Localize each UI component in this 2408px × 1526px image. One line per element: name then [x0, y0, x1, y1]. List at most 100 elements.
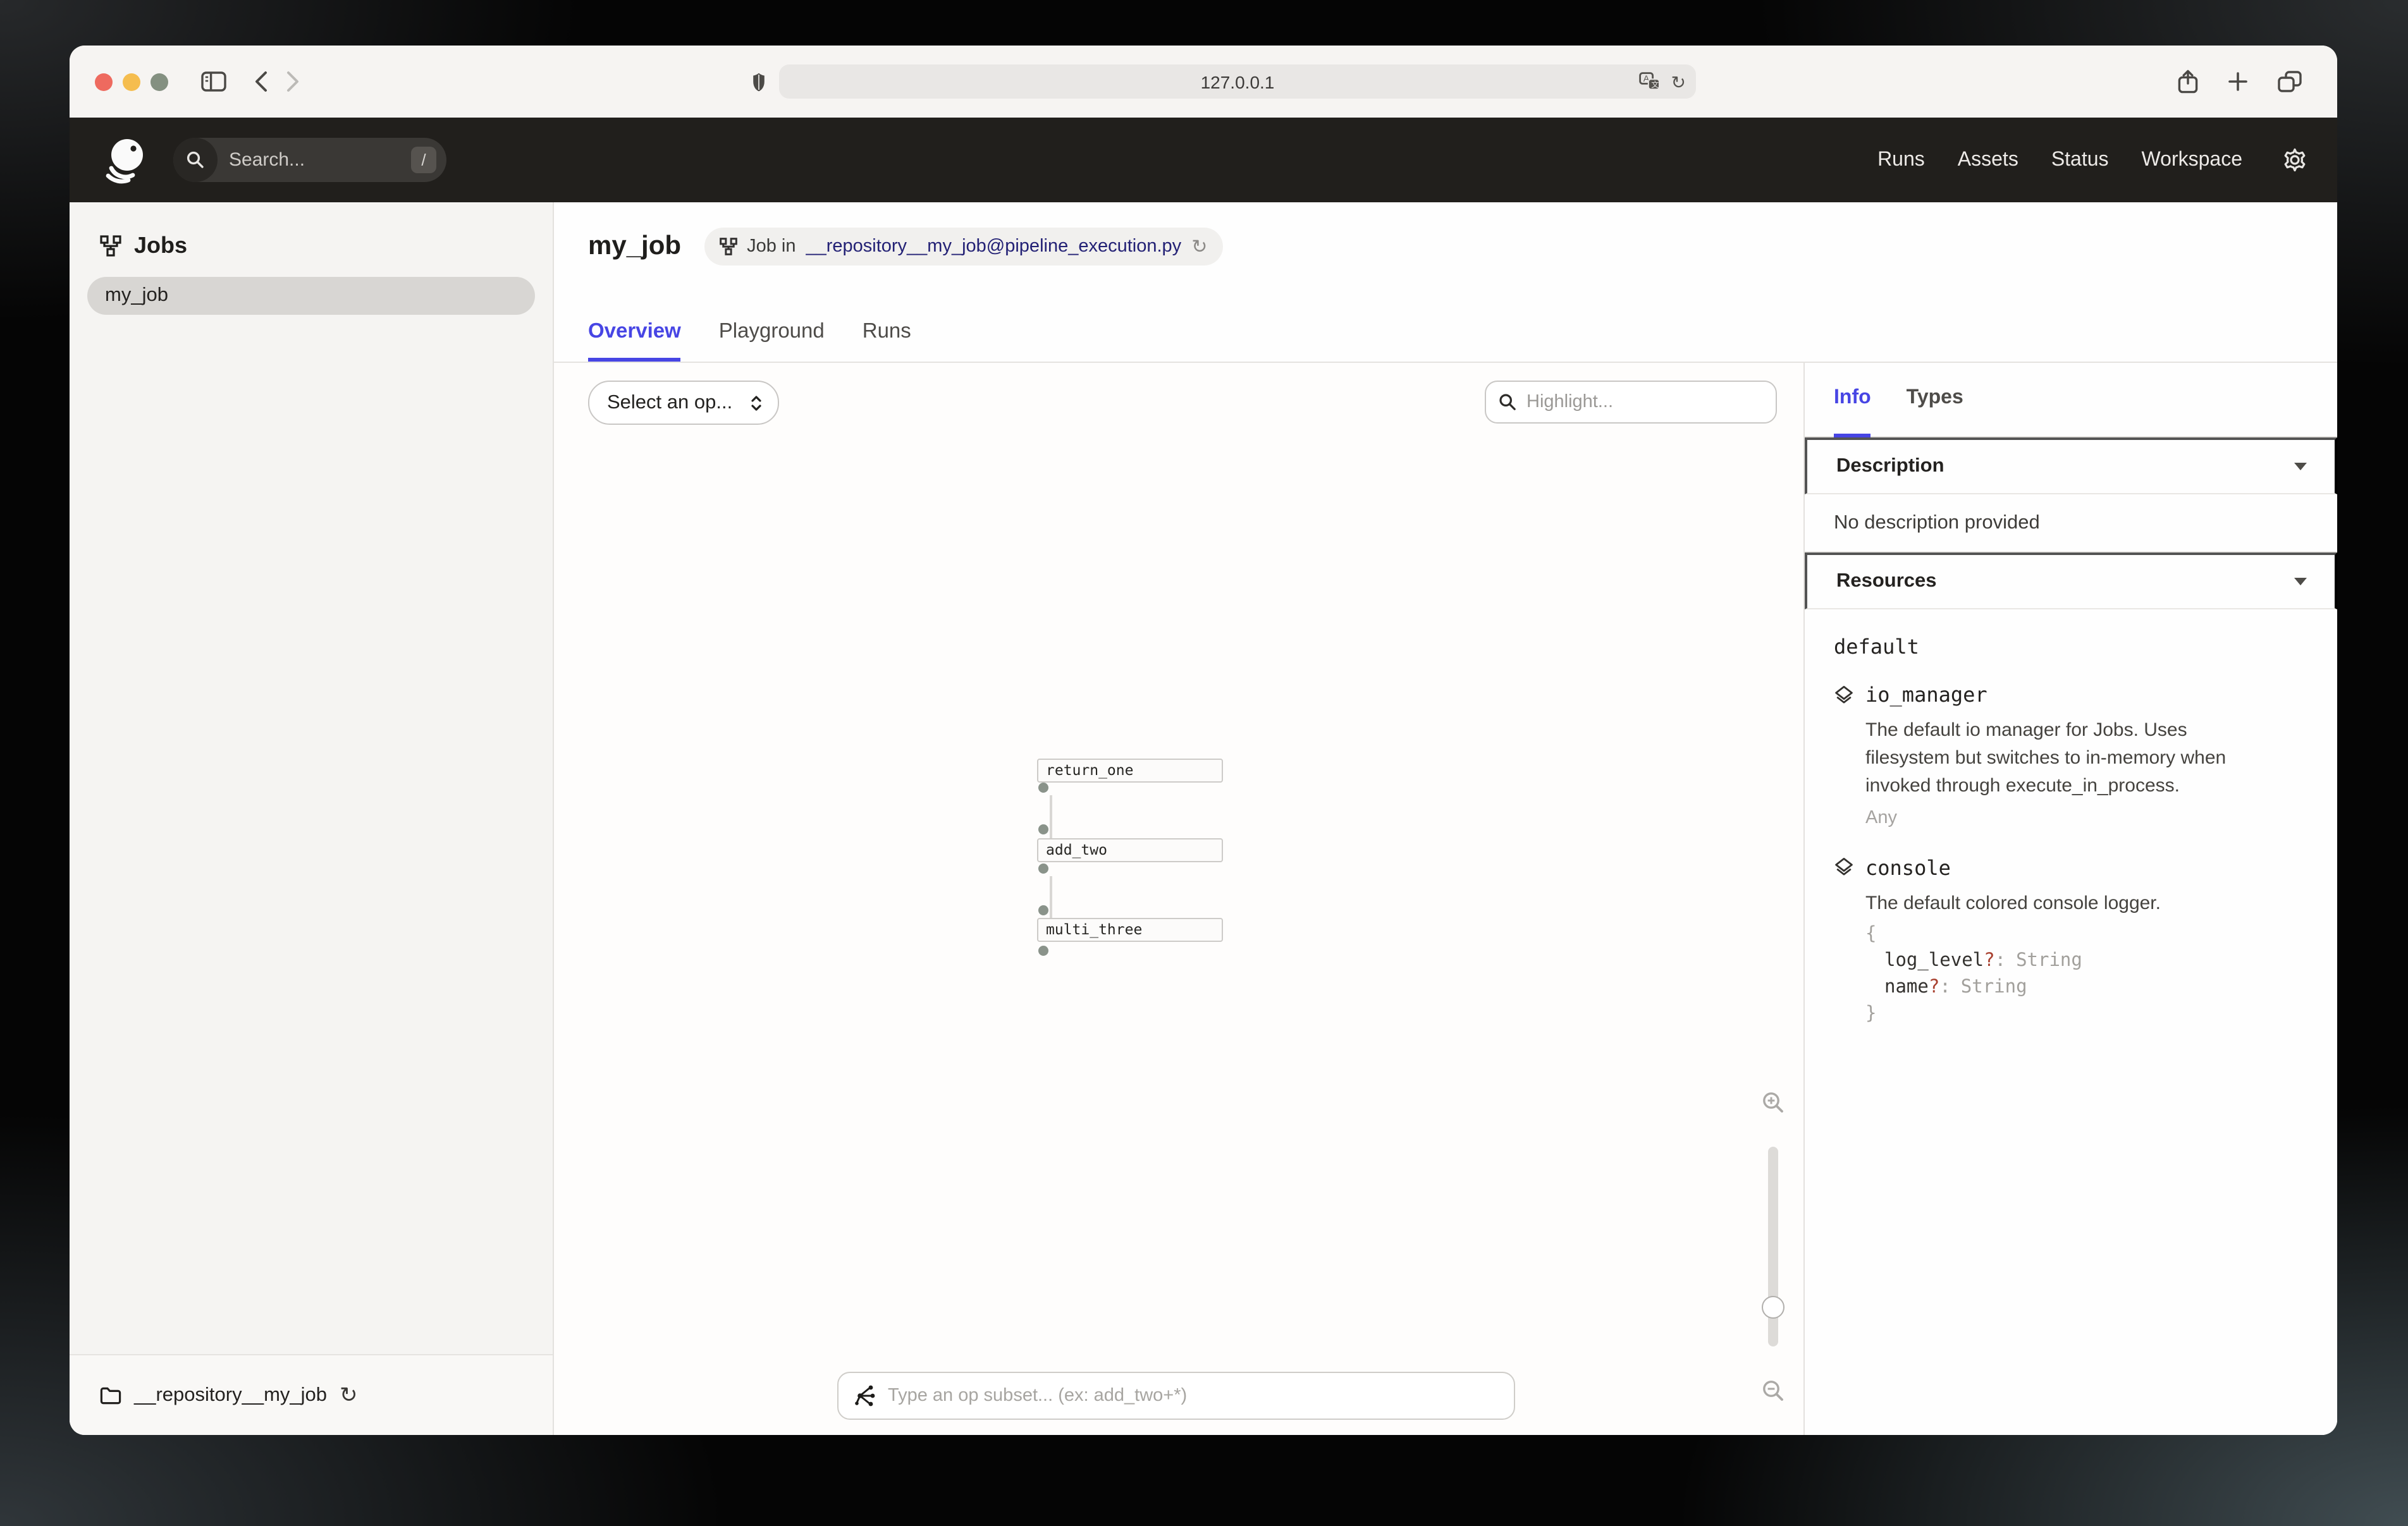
- output-handle-multi-three: [1038, 946, 1048, 956]
- search-shortcut-key: /: [411, 147, 436, 173]
- svg-text:文: 文: [1652, 80, 1659, 89]
- resource-name: console: [1865, 855, 1951, 879]
- resource-type: Any: [1865, 807, 2309, 827]
- input-handle-multi-three: [1038, 905, 1048, 915]
- address-bar[interactable]: 127.0.0.1 A文 ↻: [779, 64, 1696, 99]
- op-selector-label: Select an op...: [607, 391, 732, 414]
- toolbar-right-cluster: [2178, 70, 2302, 94]
- config-field: log_level?:String: [1865, 948, 2309, 975]
- resource-console: console The default colored console logg…: [1834, 855, 2309, 1027]
- resource-config-schema: { log_level?:String name?:String }: [1865, 922, 2309, 1028]
- resource-description: The default colored console logger.: [1865, 889, 2260, 917]
- url-text: 127.0.0.1: [779, 71, 1696, 92]
- new-tab-icon[interactable]: [2228, 72, 2247, 91]
- zoom-out-icon[interactable]: [1762, 1379, 1784, 1402]
- jobs-icon: [100, 235, 121, 257]
- badge-prefix: Job in: [747, 236, 796, 257]
- input-handle-add-two: [1038, 824, 1048, 834]
- edge-add-two-multi-three: [1050, 876, 1052, 918]
- op-node-multi-three[interactable]: multi_three: [1037, 918, 1223, 942]
- edge-return-one-add-two: [1050, 795, 1052, 838]
- privacy-shield-icon[interactable]: [751, 71, 766, 92]
- resource-description: The default io manager for Jobs. Uses fi…: [1865, 717, 2260, 801]
- sidebar-item-my-job[interactable]: my_job: [87, 277, 535, 315]
- window-controls: [95, 73, 168, 90]
- op-selector-dropdown[interactable]: Select an op...: [588, 381, 779, 425]
- nav-status[interactable]: Status: [2051, 149, 2109, 171]
- browser-window: 127.0.0.1 A文 ↻: [70, 46, 2337, 1435]
- zoom-window-button[interactable]: [150, 73, 168, 90]
- op-node-return-one[interactable]: return_one: [1037, 759, 1223, 783]
- highlight-search: [1485, 381, 1777, 424]
- share-icon[interactable]: [2178, 70, 2198, 94]
- page-title: my_job: [588, 231, 681, 262]
- app-nav: Runs Assets Status Workspace: [1877, 148, 2307, 172]
- folder-icon: [100, 1386, 121, 1404]
- zoom-control: [1758, 1091, 1788, 1402]
- tab-playground[interactable]: Playground: [719, 320, 825, 362]
- jobs-sidebar: Jobs my_job __repository__my_job ↻: [70, 202, 554, 1435]
- panel-tab-types[interactable]: Types: [1907, 381, 1963, 436]
- panel-tabs: Info Types: [1805, 363, 2337, 437]
- output-handle-return-one: [1038, 783, 1048, 793]
- address-zone: 127.0.0.1 A文 ↻: [300, 64, 2147, 99]
- highlight-search-icon: [1499, 393, 1516, 411]
- global-search[interactable]: Search... /: [173, 138, 446, 182]
- job-origin-badge: Job in __repository__my_job@pipeline_exe…: [704, 228, 1222, 266]
- repository-refresh-icon[interactable]: ↻: [340, 1384, 358, 1406]
- translate-icon[interactable]: A文: [1640, 72, 1661, 91]
- updown-caret-icon: [750, 394, 763, 412]
- resource-io-manager: io_manager The default io manager for Jo…: [1834, 683, 2309, 827]
- panel-tab-info[interactable]: Info: [1834, 381, 1871, 436]
- badge-repo-link[interactable]: __repository__my_job@pipeline_execution.…: [806, 236, 1181, 257]
- tab-overview[interactable]: Overview: [588, 320, 681, 362]
- op-subset-input[interactable]: [888, 1386, 1499, 1406]
- tab-overview-icon[interactable]: [2278, 71, 2302, 92]
- resource-name: io_manager: [1865, 683, 1987, 707]
- graph-query-icon: [854, 1384, 876, 1407]
- job-tabs: Overview Playground Runs: [588, 320, 911, 362]
- nav-assets[interactable]: Assets: [1958, 149, 2018, 171]
- nav-runs[interactable]: Runs: [1877, 149, 1925, 171]
- minimize-window-button[interactable]: [123, 73, 140, 90]
- config-field: name?:String: [1865, 975, 2309, 1001]
- info-panel: Info Types Description No description pr…: [1803, 363, 2337, 1435]
- description-empty-text: No description provided: [1805, 494, 2337, 552]
- tab-runs[interactable]: Runs: [863, 320, 911, 362]
- desktop-background: 127.0.0.1 A文 ↻: [0, 0, 2408, 1526]
- op-subset-filter: [837, 1372, 1515, 1420]
- sidebar-title: Jobs: [100, 233, 553, 259]
- page-reload-icon[interactable]: ↻: [1671, 73, 1686, 90]
- job-badge-icon: [719, 238, 737, 255]
- op-graph-canvas[interactable]: Select an op... return_one add_two: [554, 363, 1803, 1435]
- output-handle-add-two: [1038, 864, 1048, 874]
- chevron-down-icon: [2294, 463, 2307, 470]
- back-icon[interactable]: [254, 71, 268, 92]
- resources-section-header[interactable]: Resources: [1805, 552, 2337, 609]
- op-node-add-two[interactable]: add_two: [1037, 838, 1223, 862]
- gear-icon[interactable]: [2283, 148, 2307, 172]
- nav-workspace[interactable]: Workspace: [2142, 149, 2242, 171]
- zoom-slider-knob[interactable]: [1762, 1296, 1784, 1319]
- sidebar-title-label: Jobs: [134, 233, 187, 259]
- sidebar-footer: __repository__my_job ↻: [70, 1354, 553, 1435]
- job-header: my_job Job in _: [554, 202, 2337, 363]
- forward-icon[interactable]: [286, 71, 300, 92]
- browser-toolbar: 127.0.0.1 A文 ↻: [70, 46, 2337, 118]
- description-section-header[interactable]: Description: [1805, 437, 2337, 494]
- browser-sidebar-toggle-icon[interactable]: [201, 71, 226, 92]
- chevron-down-icon: [2294, 578, 2307, 585]
- search-icon: [173, 138, 218, 182]
- zoom-slider-track[interactable]: [1768, 1147, 1778, 1346]
- repository-label: __repository__my_job: [134, 1384, 327, 1407]
- search-placeholder: Search...: [229, 149, 411, 171]
- mode-label: default: [1834, 635, 2309, 659]
- dagster-logo[interactable]: [100, 135, 150, 185]
- highlight-input[interactable]: [1526, 392, 1763, 412]
- resource-icon: [1834, 857, 1854, 877]
- zoom-in-icon[interactable]: [1762, 1091, 1784, 1114]
- app-header: Search... / Runs Assets Status Workspace: [70, 118, 2337, 202]
- job-reload-icon[interactable]: ↻: [1191, 235, 1207, 258]
- resource-icon: [1834, 685, 1854, 705]
- close-window-button[interactable]: [95, 73, 113, 90]
